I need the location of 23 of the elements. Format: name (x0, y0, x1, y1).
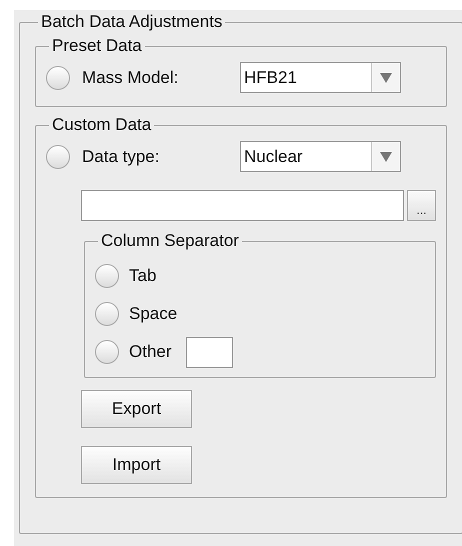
radio-label: Other (129, 341, 172, 364)
file-path-field[interactable] (81, 190, 404, 221)
radio-button[interactable] (46, 144, 70, 168)
caret-icon (380, 152, 392, 162)
radio-button[interactable] (95, 302, 119, 326)
action-button[interactable]: Export (81, 390, 192, 428)
dropdown[interactable]: HFB21 (240, 62, 401, 93)
radio-label: Data type: (82, 146, 160, 168)
browse-button[interactable]: ... (407, 190, 436, 221)
group-title: Custom Data (51, 115, 152, 135)
radio-label: Space (129, 303, 178, 326)
radio-button[interactable] (95, 264, 119, 288)
separator-field[interactable] (186, 336, 233, 368)
caret-icon (380, 72, 392, 82)
radio-button[interactable] (95, 340, 119, 364)
action-button[interactable]: Import (81, 446, 192, 484)
group-title: Column Separator (100, 231, 240, 251)
radio-label: Mass Model: (82, 66, 180, 89)
panel-title: Batch Data Adjustments (40, 12, 224, 32)
radio-button[interactable] (46, 66, 70, 90)
group-title: Preset Data (51, 36, 143, 56)
dropdown[interactable]: Nuclear (240, 141, 401, 172)
radio-label: Tab (129, 265, 156, 288)
